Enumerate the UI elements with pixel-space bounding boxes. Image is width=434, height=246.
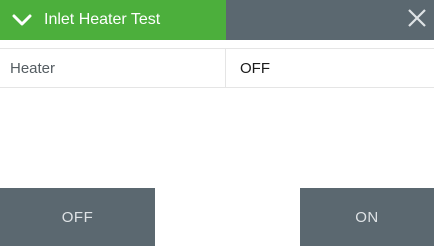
inlet-heater-test-panel: Inlet Heater Test Heater OFF OFF ON <box>0 0 434 246</box>
dialog-header: Inlet Heater Test <box>0 0 434 40</box>
heater-value: OFF <box>240 59 270 77</box>
close-button[interactable] <box>400 0 434 40</box>
heater-label: Heater <box>0 49 226 87</box>
off-button[interactable]: OFF <box>0 188 155 246</box>
on-button[interactable]: ON <box>300 188 434 246</box>
collapse-toggle[interactable]: Inlet Heater Test <box>0 0 226 40</box>
header-bar <box>226 0 434 40</box>
close-icon <box>406 7 428 34</box>
dialog-title: Inlet Heater Test <box>44 11 161 28</box>
heater-status-row: Heater OFF <box>0 48 434 88</box>
chevron-down-icon <box>0 0 44 40</box>
